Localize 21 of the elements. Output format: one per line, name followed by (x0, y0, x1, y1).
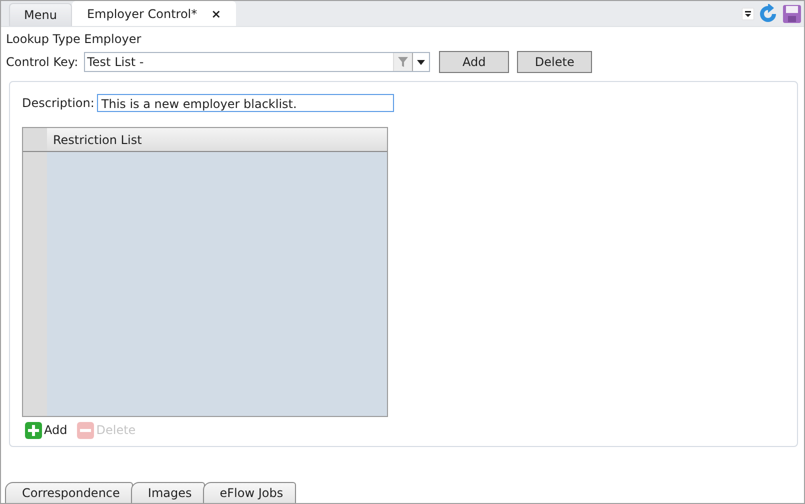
control-key-combo[interactable]: Test List - (84, 52, 430, 72)
column-header[interactable]: Restriction List (47, 128, 387, 152)
tab[interactable]: Menu (9, 3, 72, 26)
tab[interactable]: Employer Control* × (72, 1, 236, 26)
close-button[interactable]: × (211, 7, 222, 21)
description-field[interactable]: This is a new employer blacklist. (97, 94, 394, 112)
bottom-tab[interactable]: eFlow Jobs (202, 482, 296, 503)
delete-button[interactable]: Delete (517, 51, 592, 73)
grid-corner[interactable] (23, 128, 47, 152)
caret-icon[interactable] (417, 60, 426, 64)
dropdown-icon[interactable] (742, 8, 754, 20)
description-label: Description: (22, 96, 94, 110)
bottom-tab[interactable]: Images (130, 482, 205, 503)
add-link[interactable]: Add (25, 422, 68, 438)
lookup-type-label: Lookup Type Employer (6, 31, 142, 47)
minus-icon (77, 422, 94, 438)
control-key-label: Control Key: (6, 55, 78, 69)
add-button[interactable]: Add (439, 51, 510, 73)
plus-icon (25, 422, 42, 438)
bottom-tab[interactable]: Correspondence (5, 482, 133, 503)
save-icon[interactable] (782, 4, 802, 24)
